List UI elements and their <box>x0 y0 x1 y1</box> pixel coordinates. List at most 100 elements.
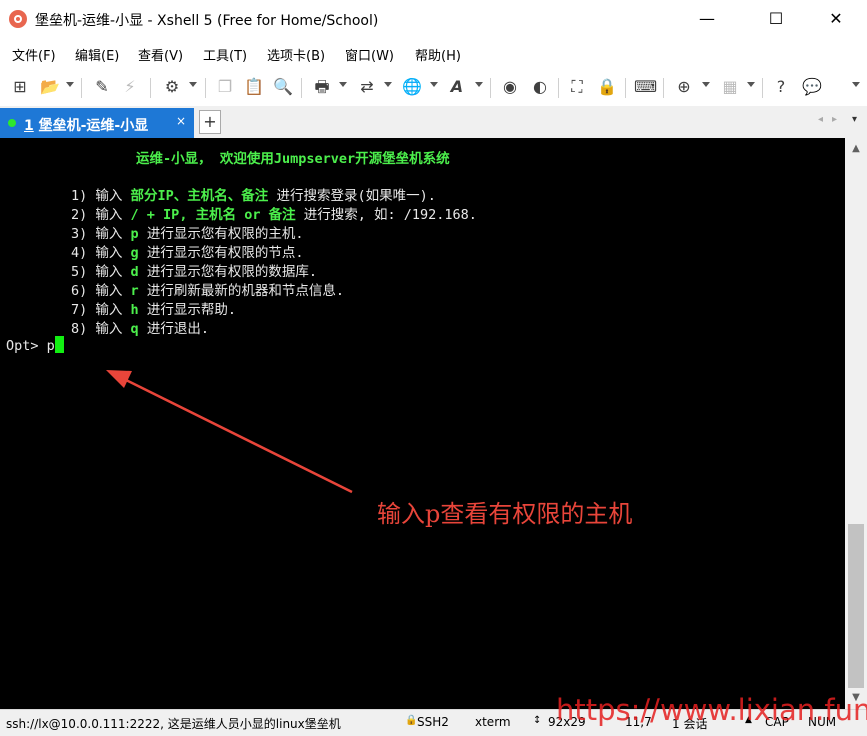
menu-tab[interactable]: 选项卡(B) <box>267 45 325 64</box>
typed-input: p <box>46 338 55 354</box>
item-number: 6) 输入 <box>71 283 131 299</box>
item-key: r <box>130 283 139 299</box>
toolbar-overflow-icon[interactable] <box>852 82 860 87</box>
new-session-icon[interactable]: ⊞ <box>10 77 30 97</box>
toolbar-separator <box>490 78 491 98</box>
layout-icon[interactable]: ▦ <box>720 77 740 97</box>
item-desc: 进行刷新最新的机器和节点信息. <box>138 283 344 299</box>
terminal-cursor <box>54 336 64 353</box>
script-icon[interactable]: ◐ <box>530 77 550 97</box>
disconnect-icon[interactable]: ⚡ <box>120 77 140 97</box>
item-desc: 进行显示您有权限的主机. <box>138 226 304 242</box>
menu-edit[interactable]: 编辑(E) <box>75 45 119 64</box>
item-desc: 进行显示帮助. <box>138 302 236 318</box>
layout-dropdown-icon[interactable] <box>747 82 755 87</box>
annotation-text: 输入p查看有权限的主机 <box>377 500 633 528</box>
help-line: 3) 输入 p 进行显示您有权限的主机. <box>6 222 303 242</box>
item-key: / + IP, 主机名 or 备注 <box>130 207 296 223</box>
print-icon[interactable]: 🖶 <box>312 77 332 97</box>
window-title: 堡垒机-运维-小显 - Xshell 5 (Free for Home/Scho… <box>35 13 379 29</box>
tab-number: 1 <box>24 118 34 134</box>
scroll-up-icon[interactable]: ▲ <box>845 140 867 158</box>
tab-scroll-right-icon[interactable]: ▸ <box>832 114 837 125</box>
tab-bar: 1 堡垒机-运维-小显 × + ◂ ▸ ▾ <box>0 106 867 138</box>
open-folder-icon[interactable]: 📂 <box>40 77 60 97</box>
tab-label: 1 堡垒机-运维-小显 <box>24 115 148 135</box>
toolbar-separator <box>301 78 302 98</box>
connected-status-icon <box>8 119 16 127</box>
open-dropdown-icon[interactable] <box>66 82 74 87</box>
keyboard-icon[interactable]: ⌨ <box>634 77 657 97</box>
paste-icon[interactable]: 📋 <box>244 77 264 97</box>
menu-bar: 文件(F) 编辑(E) 查看(V) 工具(T) 选项卡(B) 窗口(W) 帮助(… <box>0 38 867 68</box>
globe-icon[interactable]: 🌐 <box>402 77 422 97</box>
font-dropdown-icon[interactable] <box>475 82 483 87</box>
vertical-scrollbar[interactable]: ▲ ▼ <box>845 138 867 709</box>
title-bar: 堡垒机-运维-小显 - Xshell 5 (Free for Home/Scho… <box>0 0 867 38</box>
item-desc: 进行显示您有权限的节点. <box>138 245 304 261</box>
close-button[interactable]: ✕ <box>813 0 859 38</box>
item-desc: 进行搜索登录(如果唯一). <box>268 188 436 204</box>
prompt-line: Opt> p <box>6 336 64 354</box>
item-number: 2) 输入 <box>71 207 131 223</box>
item-number: 1) 输入 <box>71 188 131 204</box>
welcome-message: 欢迎使用Jumpserver开源堡垒机系统 <box>211 151 450 167</box>
toolbar: ⊞ 📂 ✎ ⚡ ⚙ ❐ 📋 🔍 🖶 ⇄ 🌐 A ◉ ◐ ⛶ 🔒 ⌨ ⊕ ▦ ? … <box>0 68 867 107</box>
help-line: 1) 输入 部分IP、主机名、备注 进行搜索登录(如果唯一). <box>6 184 436 204</box>
chat-icon[interactable]: 💬 <box>802 77 822 97</box>
scroll-thumb[interactable] <box>848 524 864 688</box>
xftp-icon[interactable]: ◉ <box>500 77 520 97</box>
help-line: 2) 输入 / + IP, 主机名 or 备注 进行搜索, 如: /192.16… <box>6 203 477 223</box>
resize-icon: ↕ <box>533 715 542 726</box>
item-number: 4) 输入 <box>71 245 131 261</box>
item-number: 3) 输入 <box>71 226 131 242</box>
tab-close-icon[interactable]: × <box>176 114 186 128</box>
watermark: https://www.lixian.fun <box>556 693 867 727</box>
properties-dropdown-icon[interactable] <box>189 82 197 87</box>
fullscreen-icon[interactable]: ⛶ <box>567 77 587 97</box>
item-number: 8) 输入 <box>71 321 131 337</box>
connect-icon[interactable]: ✎ <box>92 77 112 97</box>
menu-tools[interactable]: 工具(T) <box>203 45 247 64</box>
item-key: p <box>130 226 139 242</box>
tab-list-icon[interactable]: ▾ <box>852 114 857 125</box>
terminal-area[interactable]: 运维-小显， 欢迎使用Jumpserver开源堡垒机系统 1) 输入 部分IP、… <box>0 138 845 709</box>
toolbar-separator <box>81 78 82 98</box>
add-tab-button[interactable]: + <box>199 110 221 134</box>
toolbar-separator <box>150 78 151 98</box>
lock-status-icon: 🔒 <box>405 715 418 726</box>
welcome-name: 运维-小显， <box>136 151 212 167</box>
welcome-line: 运维-小显， 欢迎使用Jumpserver开源堡垒机系统 <box>6 147 450 167</box>
item-number: 5) 输入 <box>71 264 131 280</box>
tab-scroll-left-icon[interactable]: ◂ <box>818 114 823 125</box>
toolbar-separator <box>625 78 626 98</box>
item-desc: 进行搜索, 如: /192.168. <box>295 207 477 223</box>
transfer-dropdown-icon[interactable] <box>384 82 392 87</box>
terminal-type-status: xterm <box>475 715 511 729</box>
globe-dropdown-icon[interactable] <box>430 82 438 87</box>
print-dropdown-icon[interactable] <box>339 82 347 87</box>
lock-icon[interactable]: 🔒 <box>597 77 617 97</box>
menu-window[interactable]: 窗口(W) <box>345 45 394 64</box>
transfer-icon[interactable]: ⇄ <box>357 77 377 97</box>
help-line: 4) 输入 g 进行显示您有权限的节点. <box>6 241 303 261</box>
session-tab[interactable]: 1 堡垒机-运维-小显 × <box>0 108 194 138</box>
add-tab-dropdown-icon[interactable] <box>702 82 710 87</box>
item-desc: 进行显示您有权限的数据库. <box>138 264 317 280</box>
maximize-button[interactable]: ☐ <box>753 0 799 38</box>
properties-icon[interactable]: ⚙ <box>162 77 182 97</box>
minimize-button[interactable]: — <box>684 0 730 38</box>
item-key: g <box>130 245 139 261</box>
menu-file[interactable]: 文件(F) <box>12 45 56 64</box>
help-icon[interactable]: ? <box>771 77 791 97</box>
copy-icon[interactable]: ❐ <box>215 77 235 97</box>
find-icon[interactable]: 🔍 <box>273 77 293 97</box>
font-icon[interactable]: A <box>447 77 467 97</box>
xshell-app-icon[interactable] <box>9 10 27 28</box>
toolbar-separator <box>762 78 763 98</box>
add-tab-icon[interactable]: ⊕ <box>674 77 694 97</box>
menu-view[interactable]: 查看(V) <box>138 45 183 64</box>
item-key: 部分IP、主机名、备注 <box>130 188 269 204</box>
toolbar-separator <box>663 78 664 98</box>
menu-help[interactable]: 帮助(H) <box>415 45 461 64</box>
